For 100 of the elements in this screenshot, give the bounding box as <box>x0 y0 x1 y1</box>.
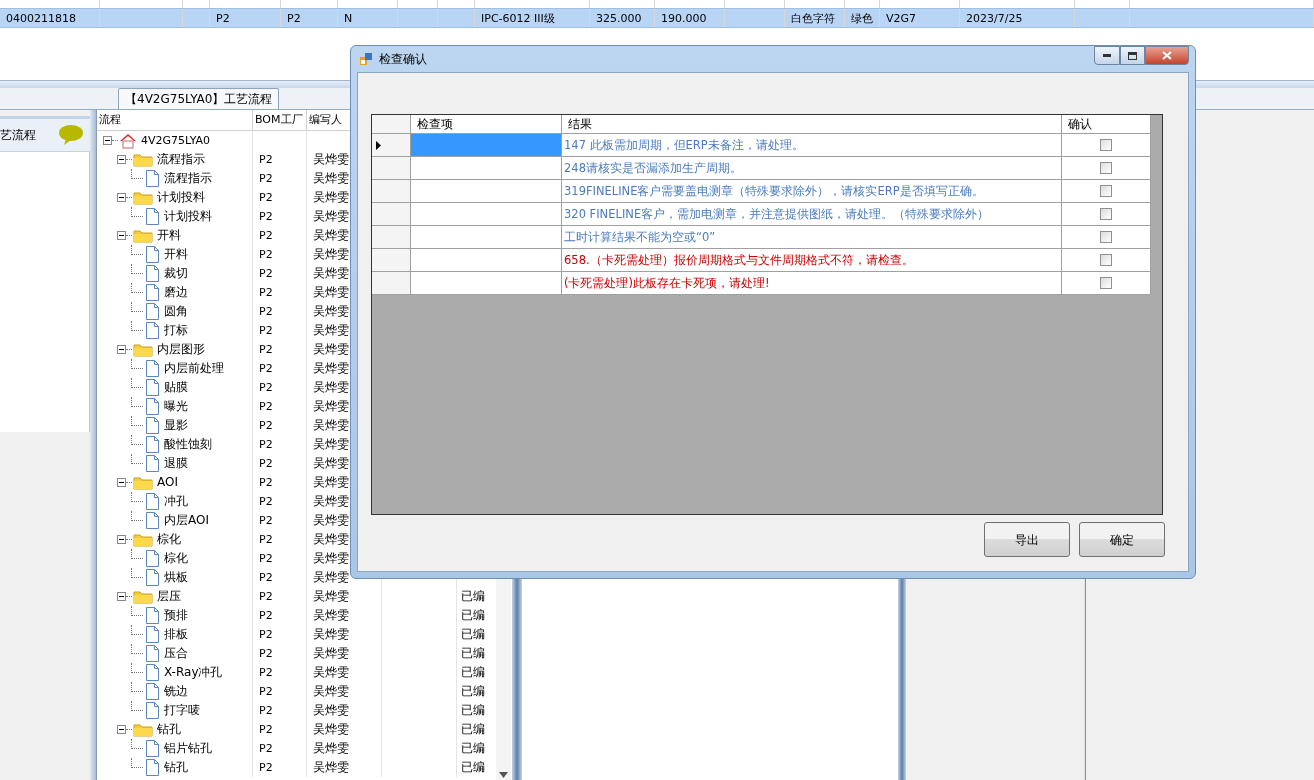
document-icon <box>145 512 160 529</box>
document-icon <box>145 170 160 187</box>
tree-item[interactable]: 排板 <box>164 625 188 644</box>
document-icon <box>145 303 160 320</box>
tree-item[interactable]: 圆角 <box>164 302 188 321</box>
table-cell[interactable] <box>411 272 562 295</box>
checkbox[interactable] <box>1100 185 1112 197</box>
tree-item[interactable]: 层压 <box>157 587 181 606</box>
tree-item[interactable]: 计划投料 <box>157 188 205 207</box>
tree-item[interactable]: 铣边 <box>164 682 188 701</box>
table-cell: 已编 <box>461 684 485 698</box>
tree-item[interactable]: 烘板 <box>164 568 188 587</box>
tree-item[interactable]: 开料 <box>157 226 181 245</box>
table-cell: 2023/7/25 <box>960 9 1075 27</box>
table-cell: P2 <box>259 723 273 736</box>
document-icon <box>145 417 160 434</box>
close-button[interactable] <box>1145 46 1189 65</box>
tree-item[interactable]: X-Ray冲孔 <box>164 663 223 682</box>
document-icon <box>145 360 160 377</box>
collapse-icon[interactable] <box>117 535 126 544</box>
table-cell[interactable] <box>411 226 562 249</box>
table-cell: P2 <box>259 267 273 280</box>
collapse-icon[interactable] <box>117 155 126 164</box>
tree-item[interactable]: AOI <box>157 473 178 492</box>
document-icon <box>145 626 160 643</box>
table-cell[interactable] <box>411 180 562 203</box>
tree-item[interactable]: 4V2G75LYA0 <box>141 131 211 150</box>
tree-item[interactable]: 内层AOI <box>164 511 209 530</box>
tree-item[interactable]: 流程指示 <box>157 150 205 169</box>
tree-item[interactable]: 打字唛 <box>164 701 200 720</box>
collapse-icon[interactable] <box>117 592 126 601</box>
tree-item[interactable]: 流程指示 <box>164 169 212 188</box>
collapse-icon[interactable] <box>117 193 126 202</box>
table-cell: P2 <box>259 248 273 261</box>
tree-item[interactable]: 计划投料 <box>164 207 212 226</box>
table-cell: 吴烨雯 <box>313 722 349 736</box>
table-cell: P2 <box>259 571 273 584</box>
folder-icon <box>133 475 153 490</box>
dialog-button[interactable]: 确定 <box>1079 522 1165 557</box>
tree-item[interactable]: 曝光 <box>164 397 188 416</box>
tree-item[interactable]: 内层图形 <box>157 340 205 359</box>
collapse-icon[interactable] <box>117 231 126 240</box>
tree-item[interactable]: 显影 <box>164 416 188 435</box>
checkbox[interactable] <box>1100 231 1112 243</box>
table-cell: 吴烨雯 <box>313 532 349 546</box>
table-cell: 325.000 <box>590 9 655 27</box>
checkbox[interactable] <box>1100 162 1112 174</box>
table-cell: 吴烨雯 <box>313 380 349 394</box>
collapse-icon[interactable] <box>103 136 112 145</box>
collapse-icon[interactable] <box>117 478 126 487</box>
tree-item[interactable]: 铝片钻孔 <box>164 739 212 758</box>
table-cell: P2 <box>259 210 273 223</box>
table-cell[interactable] <box>411 134 562 157</box>
tree-item[interactable]: 钻孔 <box>157 720 181 739</box>
tab[interactable]: 【4V2G75LYA0】工艺流程 <box>118 88 280 109</box>
folder-icon <box>133 152 153 167</box>
table-cell[interactable] <box>411 249 562 272</box>
tree-item[interactable]: 预排 <box>164 606 188 625</box>
tree-item[interactable]: 贴膜 <box>164 378 188 397</box>
table-cell[interactable] <box>411 203 562 226</box>
tree-item[interactable]: 压合 <box>164 644 188 663</box>
tree-item[interactable]: 棕化 <box>157 530 181 549</box>
tree-item[interactable]: 内层前处理 <box>164 359 224 378</box>
tree-item[interactable]: 开料 <box>164 245 188 264</box>
tree-item[interactable]: 酸性蚀刻 <box>164 435 212 454</box>
table-cell: 吴烨雯 <box>313 418 349 432</box>
checkbox[interactable] <box>1100 277 1112 289</box>
document-icon <box>145 284 160 301</box>
row-header[interactable] <box>372 134 411 157</box>
table-cell: P2 <box>259 552 273 565</box>
table-cell: 吴烨雯 <box>313 285 349 299</box>
collapse-icon[interactable] <box>117 345 126 354</box>
table-cell: 吴烨雯 <box>313 209 349 223</box>
table-cell: P2 <box>259 476 273 489</box>
checkbox[interactable] <box>1100 208 1112 220</box>
dialog-button[interactable]: 导出 <box>984 522 1070 557</box>
table-cell: P2 <box>259 362 273 375</box>
tree-item[interactable]: 钻孔 <box>164 758 188 777</box>
maximize-button[interactable] <box>1120 46 1145 65</box>
table-cell: P2 <box>259 324 273 337</box>
tree-item[interactable]: 退膜 <box>164 454 188 473</box>
collapse-icon[interactable] <box>117 725 126 734</box>
tree-item[interactable]: 冲孔 <box>164 492 188 511</box>
tree-item[interactable]: 磨边 <box>164 283 188 302</box>
tree-item[interactable]: 裁切 <box>164 264 188 283</box>
table-cell[interactable] <box>411 157 562 180</box>
table-cell: 吴烨雯 <box>313 361 349 375</box>
table-cell: 已编 <box>461 589 485 603</box>
tree-item[interactable]: 打标 <box>164 321 188 340</box>
column-header: 检查项 <box>411 115 562 134</box>
table-cell: 已编 <box>461 608 485 622</box>
checkbox[interactable] <box>1100 254 1112 266</box>
table-cell: 已编 <box>461 627 485 641</box>
document-icon <box>145 550 160 567</box>
table-cell: 已编 <box>461 741 485 755</box>
checkbox[interactable] <box>1100 139 1112 151</box>
minimize-button[interactable] <box>1094 46 1120 65</box>
column-header: 确认 <box>1062 115 1151 134</box>
scroll-down-icon[interactable] <box>499 772 508 778</box>
tree-item[interactable]: 棕化 <box>164 549 188 568</box>
